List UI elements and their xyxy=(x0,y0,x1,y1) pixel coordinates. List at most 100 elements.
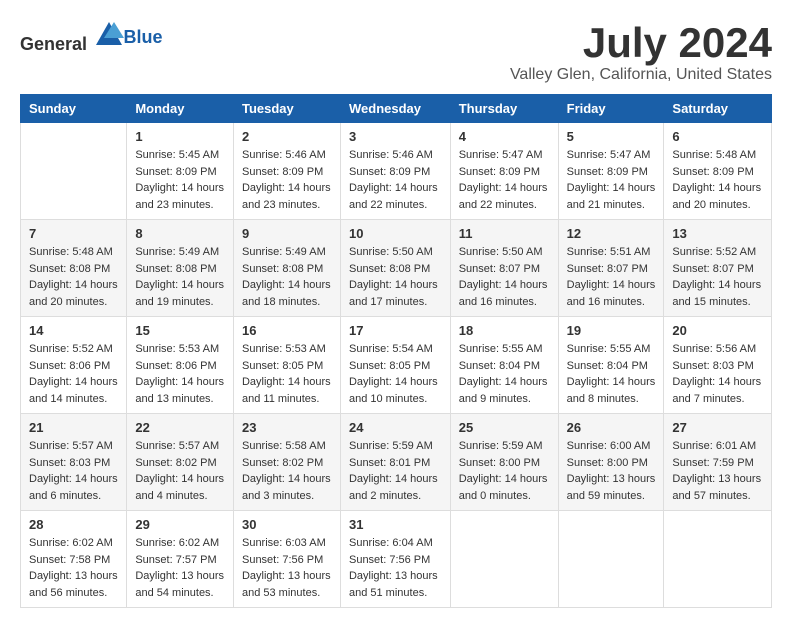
day-number: 20 xyxy=(672,323,763,338)
day-info: Sunrise: 6:01 AM Sunset: 7:59 PM Dayligh… xyxy=(672,438,763,504)
calendar-cell: 16Sunrise: 5:53 AM Sunset: 8:05 PM Dayli… xyxy=(233,317,340,414)
day-number: 11 xyxy=(459,226,550,241)
day-info: Sunrise: 5:57 AM Sunset: 8:02 PM Dayligh… xyxy=(135,438,225,504)
day-info: Sunrise: 6:04 AM Sunset: 7:56 PM Dayligh… xyxy=(349,535,442,601)
logo: General Blue xyxy=(20,20,163,55)
header-day-saturday: Saturday xyxy=(664,95,772,123)
day-info: Sunrise: 5:46 AM Sunset: 8:09 PM Dayligh… xyxy=(349,147,442,213)
day-number: 22 xyxy=(135,420,225,435)
calendar-cell: 29Sunrise: 6:02 AM Sunset: 7:57 PM Dayli… xyxy=(127,511,234,608)
calendar-cell: 23Sunrise: 5:58 AM Sunset: 8:02 PM Dayli… xyxy=(233,414,340,511)
day-info: Sunrise: 5:49 AM Sunset: 8:08 PM Dayligh… xyxy=(135,244,225,310)
day-info: Sunrise: 5:50 AM Sunset: 8:08 PM Dayligh… xyxy=(349,244,442,310)
calendar-cell: 28 Sunrise: 6:02 AM Sunset: 7:58 PM Dayli… xyxy=(21,511,127,608)
calendar-cell: 10Sunrise: 5:50 AM Sunset: 8:08 PM Dayli… xyxy=(340,220,450,317)
day-info: Sunrise: 5:56 AM Sunset: 8:03 PM Dayligh… xyxy=(672,341,763,407)
logo-icon xyxy=(94,20,124,50)
day-info: Sunrise: 5:52 AM Sunset: 8:07 PM Dayligh… xyxy=(672,244,763,310)
calendar-cell: 24 Sunrise: 5:59 AM Sunset: 8:01 PM Dayli… xyxy=(340,414,450,511)
calendar-cell: 1 Sunrise: 5:45 AM Sunset: 8:09 PM Daylig… xyxy=(127,123,234,220)
day-info: Sunrise: 5:47 AM Sunset: 8:09 PM Dayligh… xyxy=(459,147,550,213)
page-header: General Blue July 2024 Valley Glen, Cali… xyxy=(20,20,772,84)
calendar-cell: 31 Sunrise: 6:04 AM Sunset: 7:56 PM Dayli… xyxy=(340,511,450,608)
logo-text-general: General xyxy=(20,34,87,54)
day-info: Sunrise: 6:02 AM Sunset: 7:58 PM Dayligh… xyxy=(29,535,118,601)
day-info: Sunrise: 5:55 AM Sunset: 8:04 PM Dayligh… xyxy=(459,341,550,407)
day-number: 28 xyxy=(29,517,118,532)
day-info: Sunrise: 6:03 AM Sunset: 7:56 PM Dayligh… xyxy=(242,535,332,601)
calendar-week-row: 21 Sunrise: 5:57 AM Sunset: 8:03 PM Dayli… xyxy=(21,414,772,511)
day-number: 27 xyxy=(672,420,763,435)
header-day-friday: Friday xyxy=(558,95,664,123)
header-day-sunday: Sunday xyxy=(21,95,127,123)
day-info: Sunrise: 5:59 AM Sunset: 8:00 PM Dayligh… xyxy=(459,438,550,504)
header-day-monday: Monday xyxy=(127,95,234,123)
logo-text-blue: Blue xyxy=(124,27,163,47)
calendar-cell: 26 Sunrise: 6:00 AM Sunset: 8:00 PM Dayli… xyxy=(558,414,664,511)
day-number: 21 xyxy=(29,420,118,435)
day-number: 13 xyxy=(672,226,763,241)
calendar-cell: 5Sunrise: 5:47 AM Sunset: 8:09 PM Daylig… xyxy=(558,123,664,220)
calendar-week-row: 14 Sunrise: 5:52 AM Sunset: 8:06 PM Dayli… xyxy=(21,317,772,414)
day-info: Sunrise: 5:53 AM Sunset: 8:05 PM Dayligh… xyxy=(242,341,332,407)
calendar-cell xyxy=(664,511,772,608)
day-info: Sunrise: 5:54 AM Sunset: 8:05 PM Dayligh… xyxy=(349,341,442,407)
day-info: Sunrise: 5:48 AM Sunset: 8:08 PM Dayligh… xyxy=(29,244,118,310)
calendar-cell: 4 Sunrise: 5:47 AM Sunset: 8:09 PM Daylig… xyxy=(450,123,558,220)
day-number: 15 xyxy=(135,323,225,338)
calendar-cell: 12Sunrise: 5:51 AM Sunset: 8:07 PM Dayli… xyxy=(558,220,664,317)
calendar-cell: 6Sunrise: 5:48 AM Sunset: 8:09 PM Daylig… xyxy=(664,123,772,220)
day-number: 14 xyxy=(29,323,118,338)
header-day-tuesday: Tuesday xyxy=(233,95,340,123)
calendar-cell: 27 Sunrise: 6:01 AM Sunset: 7:59 PM Dayli… xyxy=(664,414,772,511)
title-section: July 2024 Valley Glen, California, Unite… xyxy=(510,20,772,84)
day-number: 2 xyxy=(242,129,332,144)
calendar-cell: 11 Sunrise: 5:50 AM Sunset: 8:07 PM Dayli… xyxy=(450,220,558,317)
day-info: Sunrise: 5:57 AM Sunset: 8:03 PM Dayligh… xyxy=(29,438,118,504)
day-info: Sunrise: 6:00 AM Sunset: 8:00 PM Dayligh… xyxy=(567,438,656,504)
day-number: 19 xyxy=(567,323,656,338)
calendar-cell: 22 Sunrise: 5:57 AM Sunset: 8:02 PM Dayli… xyxy=(127,414,234,511)
day-number: 3 xyxy=(349,129,442,144)
day-number: 8 xyxy=(135,226,225,241)
calendar-cell: 20 Sunrise: 5:56 AM Sunset: 8:03 PM Dayli… xyxy=(664,317,772,414)
day-number: 29 xyxy=(135,517,225,532)
day-number: 30 xyxy=(242,517,332,532)
month-title: July 2024 xyxy=(510,20,772,66)
calendar-cell: 7 Sunrise: 5:48 AM Sunset: 8:08 PM Daylig… xyxy=(21,220,127,317)
calendar-cell: 17Sunrise: 5:54 AM Sunset: 8:05 PM Dayli… xyxy=(340,317,450,414)
calendar-cell: 14 Sunrise: 5:52 AM Sunset: 8:06 PM Dayli… xyxy=(21,317,127,414)
day-number: 24 xyxy=(349,420,442,435)
day-info: Sunrise: 5:59 AM Sunset: 8:01 PM Dayligh… xyxy=(349,438,442,504)
calendar-cell: 15 Sunrise: 5:53 AM Sunset: 8:06 PM Dayli… xyxy=(127,317,234,414)
calendar-cell: 21 Sunrise: 5:57 AM Sunset: 8:03 PM Dayli… xyxy=(21,414,127,511)
calendar-cell: 19Sunrise: 5:55 AM Sunset: 8:04 PM Dayli… xyxy=(558,317,664,414)
day-number: 6 xyxy=(672,129,763,144)
day-number: 18 xyxy=(459,323,550,338)
day-number: 7 xyxy=(29,226,118,241)
calendar-cell: 9Sunrise: 5:49 AM Sunset: 8:08 PM Daylig… xyxy=(233,220,340,317)
day-info: Sunrise: 5:45 AM Sunset: 8:09 PM Dayligh… xyxy=(135,147,225,213)
calendar-cell: 2 Sunrise: 5:46 AM Sunset: 8:09 PM Daylig… xyxy=(233,123,340,220)
day-info: Sunrise: 5:46 AM Sunset: 8:09 PM Dayligh… xyxy=(242,147,332,213)
day-info: Sunrise: 5:58 AM Sunset: 8:02 PM Dayligh… xyxy=(242,438,332,504)
day-info: Sunrise: 5:47 AM Sunset: 8:09 PM Dayligh… xyxy=(567,147,656,213)
location-title: Valley Glen, California, United States xyxy=(510,66,772,84)
day-number: 31 xyxy=(349,517,442,532)
day-number: 4 xyxy=(459,129,550,144)
calendar-cell: 13 Sunrise: 5:52 AM Sunset: 8:07 PM Dayli… xyxy=(664,220,772,317)
calendar-cell xyxy=(21,123,127,220)
calendar-cell xyxy=(558,511,664,608)
day-info: Sunrise: 5:52 AM Sunset: 8:06 PM Dayligh… xyxy=(29,341,118,407)
calendar-header-row: SundayMondayTuesdayWednesdayThursdayFrid… xyxy=(21,95,772,123)
calendar-cell: 3 Sunrise: 5:46 AM Sunset: 8:09 PM Daylig… xyxy=(340,123,450,220)
calendar-table: SundayMondayTuesdayWednesdayThursdayFrid… xyxy=(20,94,772,608)
day-number: 1 xyxy=(135,129,225,144)
day-info: Sunrise: 5:53 AM Sunset: 8:06 PM Dayligh… xyxy=(135,341,225,407)
day-info: Sunrise: 5:50 AM Sunset: 8:07 PM Dayligh… xyxy=(459,244,550,310)
calendar-cell: 25Sunrise: 5:59 AM Sunset: 8:00 PM Dayli… xyxy=(450,414,558,511)
header-day-thursday: Thursday xyxy=(450,95,558,123)
day-number: 26 xyxy=(567,420,656,435)
day-number: 9 xyxy=(242,226,332,241)
calendar-cell xyxy=(450,511,558,608)
